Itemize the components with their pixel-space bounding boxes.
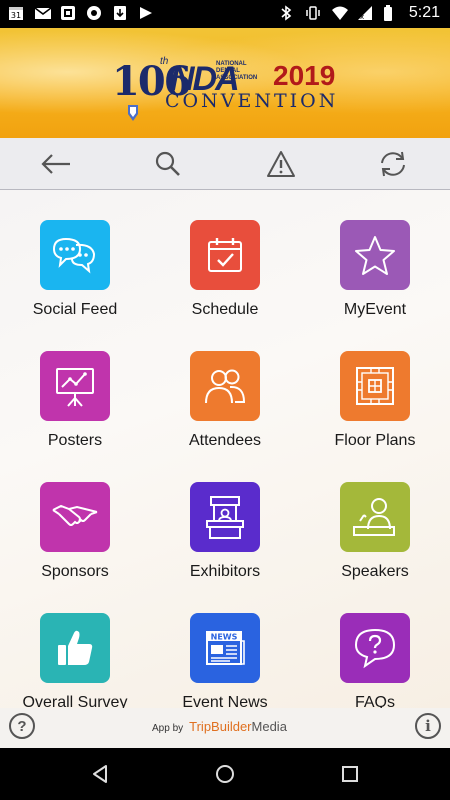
help-button[interactable]: ? <box>9 713 35 739</box>
alert-icon <box>267 151 295 177</box>
banner-year: 2019 <box>273 60 336 91</box>
tile-label: Social Feed <box>32 301 118 318</box>
search-button[interactable] <box>150 146 186 182</box>
banner-event: CONVENTION <box>165 90 339 112</box>
battery-icon <box>383 5 399 21</box>
download-icon <box>112 5 128 21</box>
recents-square-icon[interactable] <box>338 762 362 786</box>
tile-faqs[interactable]: FAQs <box>300 583 450 708</box>
question-bubble-icon <box>354 628 396 669</box>
status-bar-right: x 5:21 <box>279 4 440 22</box>
tile-event-news[interactable]: NEWS Event News <box>150 583 300 708</box>
tile-label: Speakers <box>341 563 409 580</box>
presentation-board-icon <box>56 368 94 407</box>
people-icon <box>205 369 246 404</box>
clock: 5:21 <box>408 4 440 21</box>
app-footer: ? App by TripBuilderMedia i <box>0 708 450 748</box>
app-by-label: App by <box>152 723 184 734</box>
app-credit: App by TripBuilderMedia <box>152 718 287 736</box>
newspaper-icon: NEWS <box>206 631 245 665</box>
tile-label: Posters <box>47 432 103 449</box>
wifi-icon <box>331 5 348 21</box>
tile-label: Attendees <box>188 432 262 449</box>
menu-grid: Social Feed Schedule MyEvent Posters Att… <box>0 190 450 708</box>
thumbs-up-icon <box>58 630 93 665</box>
back-arrow-icon <box>41 154 70 174</box>
status-bar-left: 31 <box>8 5 154 21</box>
info-icon: i <box>425 717 431 735</box>
svg-text:NEWS: NEWS <box>211 633 238 642</box>
svg-text:31: 31 <box>11 11 21 20</box>
tile-label: Overall Survey <box>22 694 128 708</box>
back-button[interactable] <box>38 146 74 182</box>
booth-icon <box>206 496 244 539</box>
system-nav-bar <box>0 748 450 800</box>
info-button[interactable]: i <box>415 713 441 739</box>
vibrate-icon <box>305 5 321 21</box>
speaker-podium-icon <box>353 498 395 536</box>
banner-ordinal: th <box>160 56 169 67</box>
tile-attendees[interactable]: Attendees <box>150 321 300 452</box>
circle-icon <box>86 5 102 21</box>
toolbar <box>0 138 450 190</box>
tile-label: Exhibitors <box>189 563 261 580</box>
tile-label: MyEvent <box>343 301 407 318</box>
tripbuilder-logo: TripBuilderMedia <box>189 719 287 734</box>
home-circle-icon[interactable] <box>213 762 237 786</box>
tile-label: FAQs <box>354 694 395 708</box>
tile-floor-plans[interactable]: Floor Plans <box>300 321 450 452</box>
floor-plan-icon <box>356 367 394 405</box>
calendar-check-icon <box>208 238 242 272</box>
tile-speakers[interactable]: Speakers <box>300 452 450 583</box>
banner-org-name: NATIONAL DENTAL ASSOCIATION <box>216 61 258 81</box>
app-icon <box>60 5 76 21</box>
svg-text:x: x <box>360 13 364 21</box>
tooth-ribbon-icon <box>128 105 138 121</box>
tile-social-feed[interactable]: Social Feed <box>0 190 150 321</box>
calendar-icon: 31 <box>8 5 24 21</box>
bluetooth-icon <box>279 5 295 21</box>
tile-label: Floor Plans <box>334 432 416 449</box>
tile-schedule[interactable]: Schedule <box>150 190 300 321</box>
tile-myevent[interactable]: MyEvent <box>300 190 450 321</box>
search-icon <box>155 151 180 176</box>
tile-label: Sponsors <box>41 563 109 580</box>
mail-icon <box>34 5 52 21</box>
signal-icon: x <box>357 5 373 21</box>
tile-sponsors[interactable]: Sponsors <box>0 452 150 583</box>
event-banner: 106 th NDA NATIONAL DENTAL ASSOCIATION 2… <box>0 28 450 138</box>
tile-overall-survey[interactable]: Overall Survey <box>0 583 150 708</box>
star-icon <box>355 236 395 275</box>
help-icon: ? <box>17 717 27 735</box>
play-store-icon <box>138 5 154 21</box>
status-bar: 31 x 5:21 <box>0 0 450 28</box>
tile-posters[interactable]: Posters <box>0 321 150 452</box>
sync-button[interactable] <box>375 146 411 182</box>
chat-bubbles-icon <box>52 237 96 274</box>
alert-button[interactable] <box>263 146 299 182</box>
tile-label: Schedule <box>191 301 259 318</box>
tile-label: Event News <box>182 694 268 708</box>
sync-icon <box>381 151 405 177</box>
back-triangle-icon[interactable] <box>88 762 112 786</box>
handshake-icon <box>52 504 98 526</box>
tile-exhibitors[interactable]: Exhibitors <box>150 452 300 583</box>
